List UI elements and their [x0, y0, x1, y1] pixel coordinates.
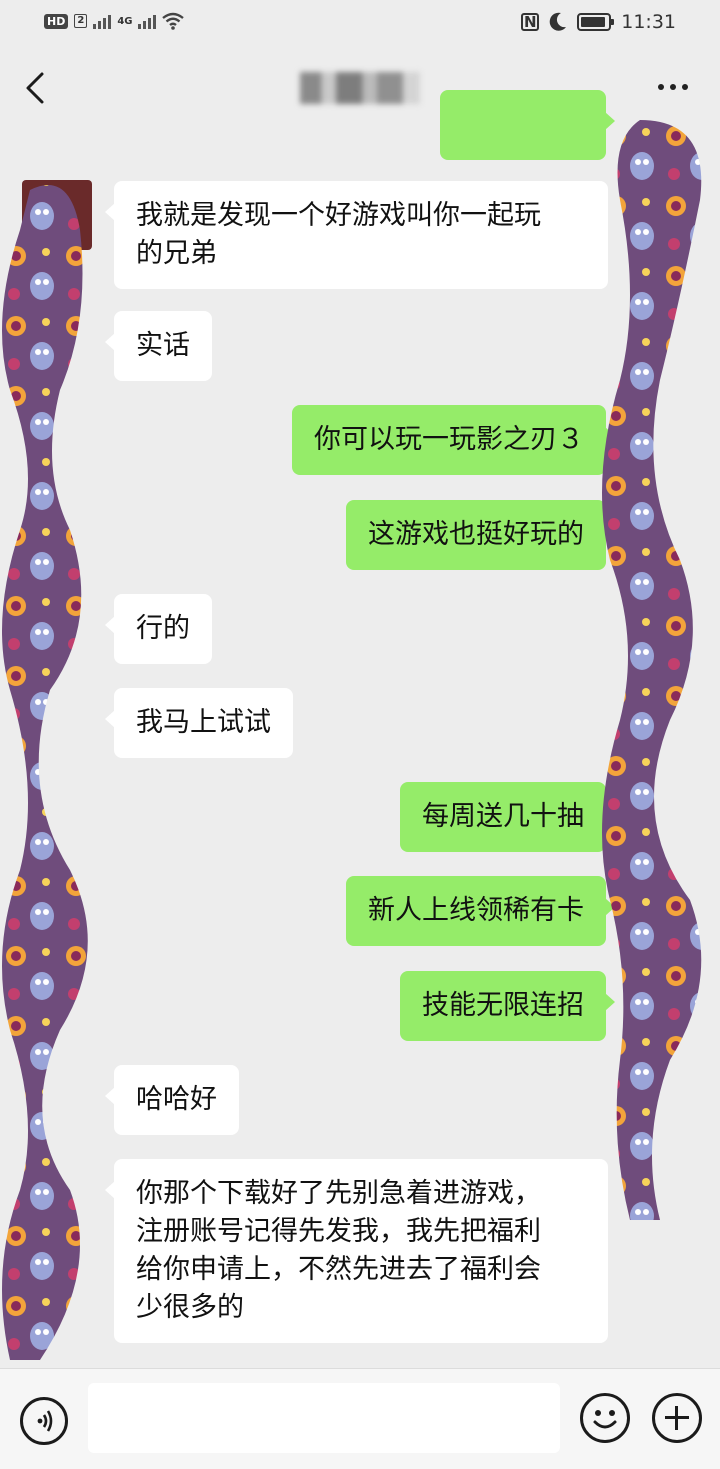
- message-bubble-incoming: 你那个下载好了先别急着进游戏， 注册账号记得先发我，我先把福利 给你申请上，不然…: [105, 1159, 608, 1343]
- message-input[interactable]: [88, 1383, 560, 1453]
- signal-icon: [93, 13, 112, 29]
- status-time: 11:31: [621, 11, 676, 33]
- message-bubble-outgoing: 这游戏也挺好玩的: [346, 500, 615, 570]
- message-bubble-outgoing: 每周送几十抽: [400, 782, 615, 852]
- signal-icon-2: [138, 13, 157, 29]
- back-arrow-icon[interactable]: [22, 70, 52, 106]
- message-bubble-incoming: 我就是发现一个好游戏叫你一起玩 的兄弟: [105, 181, 608, 289]
- moon-icon: [549, 12, 567, 31]
- status-left: HD 2 4G: [44, 12, 185, 30]
- privacy-scribble-right: [602, 120, 702, 1220]
- voice-icon[interactable]: [20, 1397, 68, 1445]
- partial-outgoing-bubble: [440, 90, 615, 160]
- hd-badge: HD: [44, 13, 69, 29]
- chat-screen: HD 2 4G N 11:31 ▇▆▇▇▆ 我就是发现一个好游戏叫你一起玩 的兄…: [0, 0, 720, 1469]
- message-bubble-outgoing: 新人上线领稀有卡: [346, 876, 615, 946]
- message-bubble-incoming: 实话: [105, 311, 212, 381]
- battery-icon: [577, 13, 615, 31]
- status-bar: HD 2 4G N 11:31: [0, 0, 720, 46]
- message-bubble-outgoing: 你可以玩一玩影之刃３: [292, 405, 615, 475]
- network-type-label: 4G: [117, 15, 133, 27]
- nfc-icon: N: [521, 13, 540, 31]
- plus-icon[interactable]: [652, 1393, 702, 1443]
- chat-title: ▇▆▇▇▆: [300, 72, 420, 104]
- avatar[interactable]: [22, 180, 92, 250]
- message-bubble-outgoing: 技能无限连招: [400, 971, 615, 1041]
- message-bubble-incoming: 哈哈好: [105, 1065, 239, 1135]
- emoji-icon[interactable]: [580, 1393, 630, 1443]
- input-bar: [0, 1368, 720, 1469]
- message-bubble-incoming: 我马上试试: [105, 688, 293, 758]
- more-dots-icon[interactable]: [658, 84, 688, 90]
- wifi-icon: [162, 12, 185, 30]
- message-bubble-incoming: 行的: [105, 594, 212, 664]
- sim-badge: 2: [74, 14, 88, 28]
- message-list: 我就是发现一个好游戏叫你一起玩 的兄弟 实话 你可以玩一玩影之刃３ 这游戏也挺好…: [0, 90, 720, 1368]
- status-right: N 11:31: [521, 11, 676, 33]
